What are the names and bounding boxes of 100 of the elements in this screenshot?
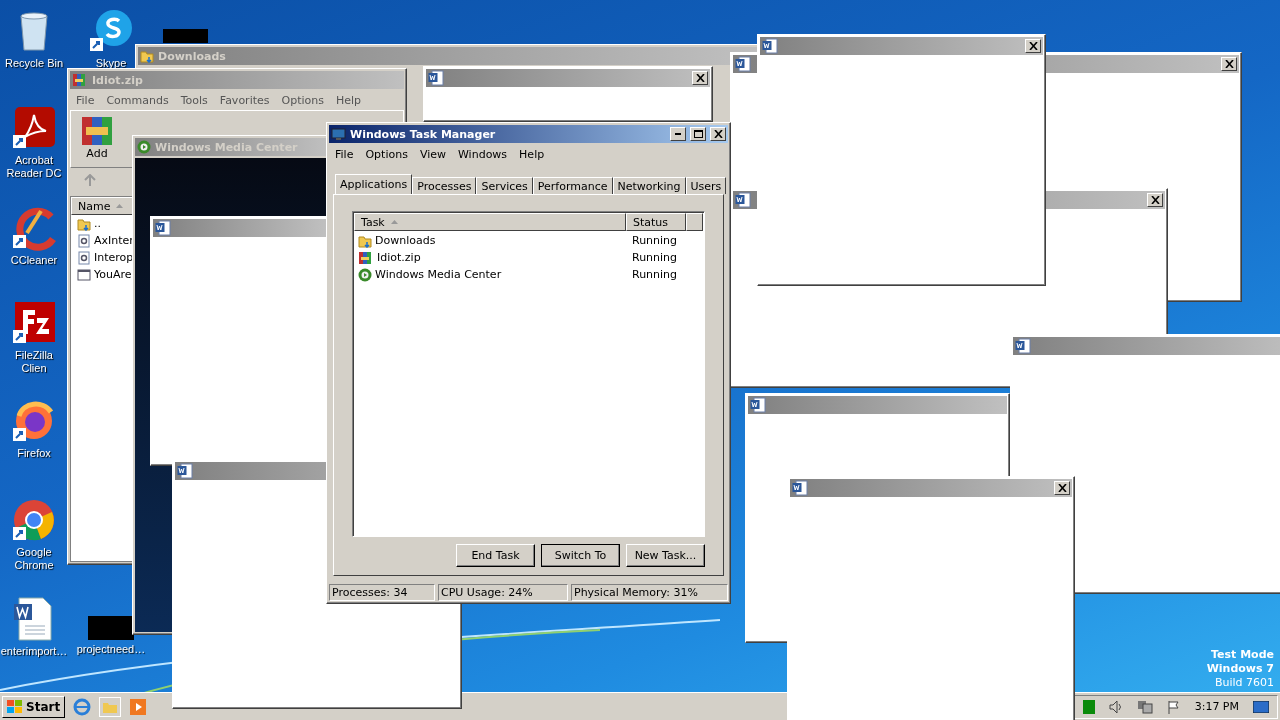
- document-icon: [155, 220, 171, 236]
- window-title: Windows Task Manager: [350, 127, 496, 141]
- os-notice: Test Mode: [1211, 648, 1274, 662]
- dialog-button[interactable]: New Task...: [626, 544, 705, 567]
- document-icon: [792, 480, 808, 496]
- archive-icon: [358, 250, 374, 265]
- close-button[interactable]: [692, 71, 708, 85]
- toolbar-button[interactable]: Add: [81, 115, 113, 163]
- menu-item[interactable]: Favorites: [213, 92, 276, 109]
- speaker-icon[interactable]: [1108, 699, 1123, 714]
- icon-label[interactable]: Firefox: [17, 447, 51, 460]
- menu-item[interactable]: File: [329, 146, 360, 163]
- file-name[interactable]: Interop: [94, 251, 134, 264]
- maximize-button[interactable]: [690, 127, 706, 141]
- menu-item[interactable]: File: [70, 92, 101, 109]
- document-icon: [750, 397, 766, 413]
- dialog-button[interactable]: Switch To: [541, 544, 620, 567]
- task-status: Running: [631, 251, 679, 264]
- close-icon: [1028, 42, 1038, 50]
- column-header[interactable]: Status: [626, 213, 686, 231]
- minimize-button[interactable]: [670, 127, 686, 141]
- pdf-reader-icon: [11, 105, 57, 151]
- window-title: Downloads: [158, 49, 226, 63]
- menu-item[interactable]: Tools: [174, 92, 214, 109]
- folder-icon: [77, 216, 91, 231]
- column-header[interactable]: Name: [71, 197, 135, 215]
- menu-item[interactable]: Help: [329, 92, 368, 109]
- menu-item[interactable]: Options: [275, 92, 330, 109]
- archive-books-icon: [81, 115, 113, 145]
- icon-label[interactable]: projectneed…: [76, 643, 146, 656]
- cleaner-brush-icon: [11, 205, 57, 251]
- icon-label[interactable]: Skype: [95, 57, 127, 70]
- document-icon: [1015, 338, 1031, 354]
- menu-item[interactable]: Commands: [100, 92, 175, 109]
- icon-label[interactable]: FileZilla Clien: [1, 349, 67, 375]
- document-icon: [735, 192, 751, 208]
- file-name[interactable]: YouAre: [94, 268, 132, 281]
- media-center-icon: [358, 267, 372, 282]
- close-icon: [1150, 196, 1160, 204]
- tray-app-icon[interactable]: [1082, 699, 1095, 714]
- menu-item[interactable]: Options: [359, 146, 414, 163]
- menu-item[interactable]: Windows: [452, 146, 514, 163]
- close-button[interactable]: [710, 127, 726, 141]
- tab[interactable]: Applications: [335, 174, 413, 194]
- tab[interactable]: Users: [685, 177, 727, 194]
- document-icon: [428, 70, 444, 86]
- show-desktop-icon[interactable]: [1253, 700, 1269, 713]
- tab[interactable]: Performance: [532, 177, 613, 194]
- task-status: Running: [631, 234, 679, 247]
- filezilla-icon: [11, 300, 57, 346]
- task-name[interactable]: Downloads: [375, 234, 436, 247]
- icon-label[interactable]: Recycle Bin: [4, 57, 64, 70]
- clock[interactable]: 3:17 PM: [1194, 700, 1239, 713]
- task-name[interactable]: Windows Media Center: [375, 268, 502, 281]
- play-icon[interactable]: [129, 697, 148, 716]
- file-name[interactable]: ..: [94, 217, 101, 230]
- monitor-icon: [331, 127, 346, 141]
- gear-file-icon: [77, 233, 91, 248]
- minimize-icon: [675, 133, 681, 135]
- icon-label[interactable]: Google Chrome: [1, 546, 67, 572]
- icon-label[interactable]: CCleaner: [10, 254, 58, 267]
- close-button[interactable]: [1025, 39, 1041, 53]
- browser-e-icon[interactable]: [73, 697, 92, 716]
- chrome-browser-icon: [11, 497, 57, 543]
- icon-label[interactable]: enterimport…: [0, 645, 68, 658]
- gear-file-icon: [77, 250, 91, 265]
- flag-icon[interactable]: [1166, 699, 1181, 714]
- document-icon: [762, 38, 778, 54]
- tab[interactable]: Services: [476, 177, 533, 194]
- os-notice: Build 7601: [1214, 676, 1274, 690]
- network-icon[interactable]: [1136, 699, 1153, 714]
- document-icon: [177, 463, 193, 479]
- window-file-icon: [77, 267, 91, 282]
- icon-label[interactable]: Acrobat Reader DC: [1, 154, 67, 180]
- tab[interactable]: Processes: [412, 177, 477, 194]
- file-name[interactable]: AxInter: [94, 234, 134, 247]
- redacted-icon: [163, 29, 208, 43]
- task-name[interactable]: Idiot.zip: [377, 251, 421, 264]
- close-button[interactable]: [1147, 193, 1163, 207]
- close-icon: [695, 74, 705, 82]
- column-header[interactable]: [686, 213, 703, 231]
- start-button[interactable]: Start: [2, 695, 66, 718]
- folder-icon: [140, 49, 154, 63]
- status-pane: Processes: 34: [329, 584, 435, 601]
- status-pane: CPU Usage: 24%: [438, 584, 568, 601]
- dialog-button[interactable]: End Task: [456, 544, 535, 567]
- skype-icon: [88, 8, 134, 54]
- maximize-icon: [693, 130, 703, 138]
- archive-icon: [72, 73, 88, 87]
- close-icon: [713, 130, 723, 138]
- tab[interactable]: Networking: [612, 177, 686, 194]
- redacted-icon: [88, 616, 134, 640]
- close-button[interactable]: [1221, 57, 1237, 71]
- media-center-icon: [137, 140, 151, 154]
- status-pane: Physical Memory: 31%: [571, 584, 728, 601]
- menu-item[interactable]: View: [413, 146, 452, 163]
- close-icon: [1224, 60, 1234, 68]
- column-header[interactable]: Task: [354, 213, 626, 231]
- menu-item[interactable]: Help: [513, 146, 551, 163]
- close-button[interactable]: [1054, 481, 1070, 495]
